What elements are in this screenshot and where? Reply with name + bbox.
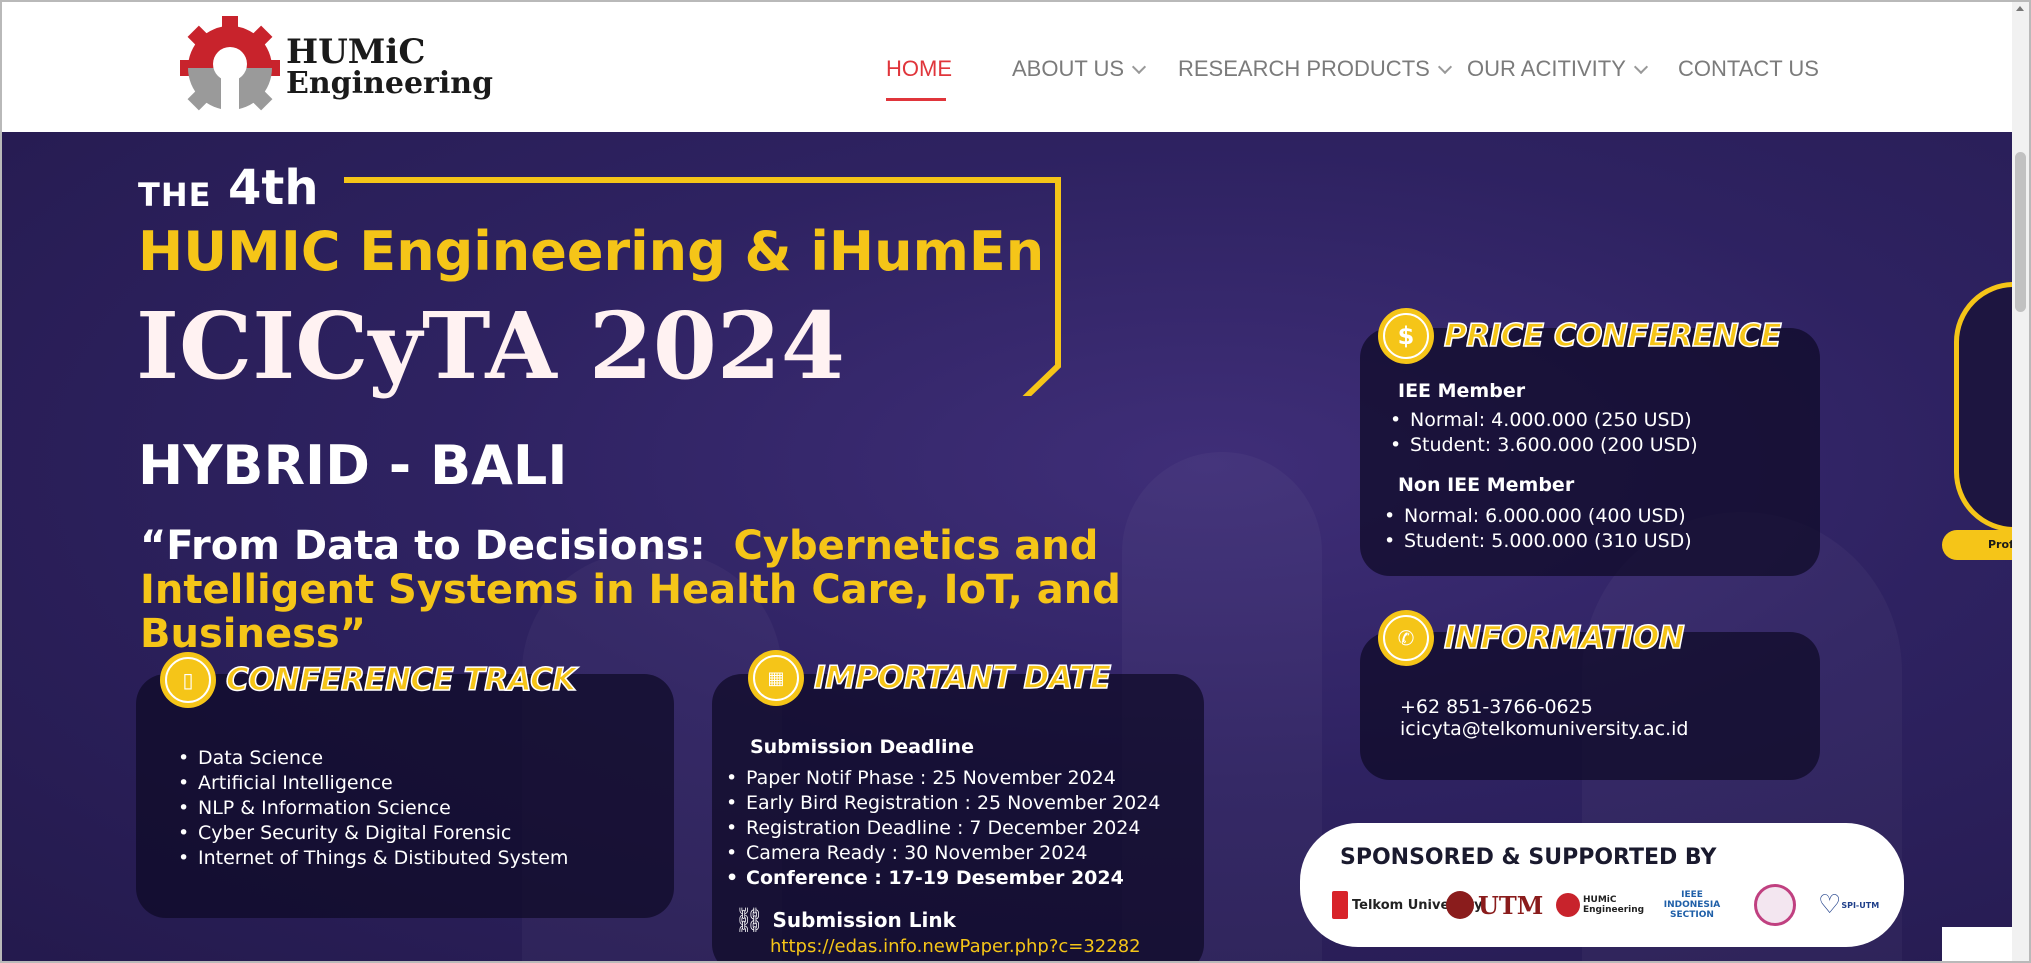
nav-contact-us[interactable]: CONTACT US (1678, 56, 1819, 82)
ieee-indonesia-logo: IEEE INDONESIA SECTION (1656, 885, 1728, 925)
active-nav-indicator (886, 98, 946, 101)
list-item: Student: 5.000.000 (310 USD) (1382, 529, 1692, 554)
theme-quote-white: “From Data to Decisions: (140, 523, 706, 569)
theme-quote: “From Data to Decisions: Cybernetics and… (140, 524, 1340, 656)
conference-track-card: Data Science Artificial Intelligence NLP… (136, 674, 674, 918)
price-card: IEE Member Normal: 4.000.000 (250 USD) S… (1360, 328, 1820, 576)
corner-widget[interactable] (1942, 927, 2012, 961)
sponsor-panel: SPONSORED & SUPPORTED BY Telkom Universi… (1300, 823, 1904, 947)
utm-logo-text: UTM (1478, 890, 1544, 920)
submission-link-row: ⛓ Submission Link (734, 906, 956, 934)
hero-banner: THE 4th HUMIC Engineering & iHumEn ICICy… (2, 132, 2012, 961)
browser-page: HUMiC Engineering HOME ABOUT US RESEARCH… (0, 0, 2031, 963)
scroll-up-icon[interactable] (2016, 6, 2024, 11)
information-title: INFORMATION (1443, 619, 1685, 657)
list-item: Registration Deadline : 7 December 2024 (724, 816, 1160, 841)
conference-track-header: ▯ CONFERENCE TRACK (160, 652, 577, 708)
chevron-down-icon (1633, 59, 1648, 75)
logo-wordmark: HUMiC Engineering (286, 32, 494, 101)
date-list: Paper Notif Phase : 25 November 2024 Ear… (724, 766, 1160, 891)
email-address: icicyta@telkomuniversity.ac.id (1400, 718, 1689, 740)
list-item: NLP & Information Science (176, 796, 568, 821)
nav-our-activity-label: OUR ACITIVITY (1467, 56, 1626, 81)
location-label: HYBRID - BALI (138, 434, 568, 497)
phone-icon: ✆ (1378, 610, 1434, 666)
price-header: $ PRICE CONFERENCE (1378, 308, 1782, 364)
nav-our-activity[interactable]: OUR ACITIVITY (1467, 56, 1648, 82)
conference-title: ICICyTA 2024 (136, 292, 845, 400)
sponsor-title: SPONSORED & SUPPORTED BY (1340, 845, 1717, 870)
spi-utm-logo-text: SPI-UTM (1841, 900, 1880, 910)
ieee-price-list: Normal: 4.000.000 (250 USD) Student: 3.6… (1388, 408, 1698, 458)
humic-small-logo-text: HUMiC Engineering (1583, 895, 1645, 915)
non-ieee-price-list: Normal: 6.000.000 (400 USD) Student: 5.0… (1382, 504, 1692, 554)
nav-research-products-label: RESEARCH PRODUCTS (1178, 56, 1430, 81)
gear-logo-icon (178, 16, 282, 118)
spi-utm-logo: ♡ SPI-UTM (1818, 890, 1880, 920)
nav-research-products[interactable]: RESEARCH PRODUCTS (1178, 56, 1452, 82)
site-header: HUMiC Engineering HOME ABOUT US RESEARCH… (2, 2, 2012, 132)
submission-link-label: Submission Link (772, 908, 956, 932)
list-item: Internet of Things & Distibuted System (176, 846, 568, 871)
calendar-icon: ▦ (748, 650, 804, 706)
list-item: Early Bird Registration : 25 November 20… (724, 791, 1160, 816)
price-title: PRICE CONFERENCE (1443, 317, 1782, 355)
the-label: THE (138, 176, 212, 214)
dollar-icon: $ (1378, 308, 1434, 364)
humic-small-logo: HUMiC Engineering (1556, 885, 1645, 925)
edition-label: 4th (228, 160, 319, 216)
page-scrollbar[interactable] (2012, 2, 2029, 961)
humic-logo[interactable]: HUMiC Engineering (178, 16, 493, 120)
non-ieee-member-label: Non IEE Member (1398, 474, 1575, 496)
list-item: Student: 3.600.000 (200 USD) (1388, 433, 1698, 458)
scrollbar-thumb[interactable] (2015, 152, 2026, 312)
chevron-down-icon (1437, 59, 1452, 75)
nav-about-us[interactable]: ABOUT US (1012, 56, 1147, 82)
important-date-header: ▦ IMPORTANT DATE (748, 650, 1112, 706)
list-item: Conference : 17-19 Desember 2024 (724, 866, 1160, 891)
submission-deadline-label: Submission Deadline (750, 736, 974, 758)
book-icon: ▯ (160, 652, 216, 708)
track-list: Data Science Artificial Intelligence NLP… (176, 746, 568, 871)
speaker-photo (1954, 282, 2012, 532)
conference-track-title: CONFERENCE TRACK (225, 661, 577, 699)
list-item: Cyber Security & Digital Forensic (176, 821, 568, 846)
logo-line1: HUMiC (286, 32, 426, 72)
seal-logo (1754, 884, 1796, 926)
important-date-card: Submission Deadline Paper Notif Phase : … (712, 674, 1204, 961)
list-item: Paper Notif Phase : 25 November 2024 (724, 766, 1160, 791)
ieee-indonesia-logo-text: IEEE INDONESIA SECTION (1663, 890, 1721, 920)
nav-home[interactable]: HOME (886, 56, 952, 82)
phone-number: +62 851-3766-0625 (1400, 696, 1593, 718)
nav-about-us-label: ABOUT US (1012, 56, 1125, 81)
organizer-title: HUMIC Engineering & iHumEn (138, 220, 1045, 283)
submission-link[interactable]: https://edas.info.newPaper.php?c=32282 (770, 936, 1141, 957)
speaker-name-pill: Prof (1942, 530, 2012, 560)
list-item: Data Science (176, 746, 568, 771)
chevron-down-icon (1131, 59, 1147, 75)
important-date-title: IMPORTANT DATE (813, 659, 1112, 697)
logo-line2: Engineering (286, 66, 494, 101)
link-icon: ⛓ (734, 906, 765, 934)
list-item: Normal: 6.000.000 (400 USD) (1382, 504, 1692, 529)
list-item: Normal: 4.000.000 (250 USD) (1388, 408, 1698, 433)
utm-logo: UTM (1446, 885, 1543, 925)
ieee-member-label: IEE Member (1398, 380, 1526, 402)
list-item: Artificial Intelligence (176, 771, 568, 796)
information-header: ✆ INFORMATION (1378, 610, 1685, 666)
list-item: Camera Ready : 30 November 2024 (724, 841, 1160, 866)
